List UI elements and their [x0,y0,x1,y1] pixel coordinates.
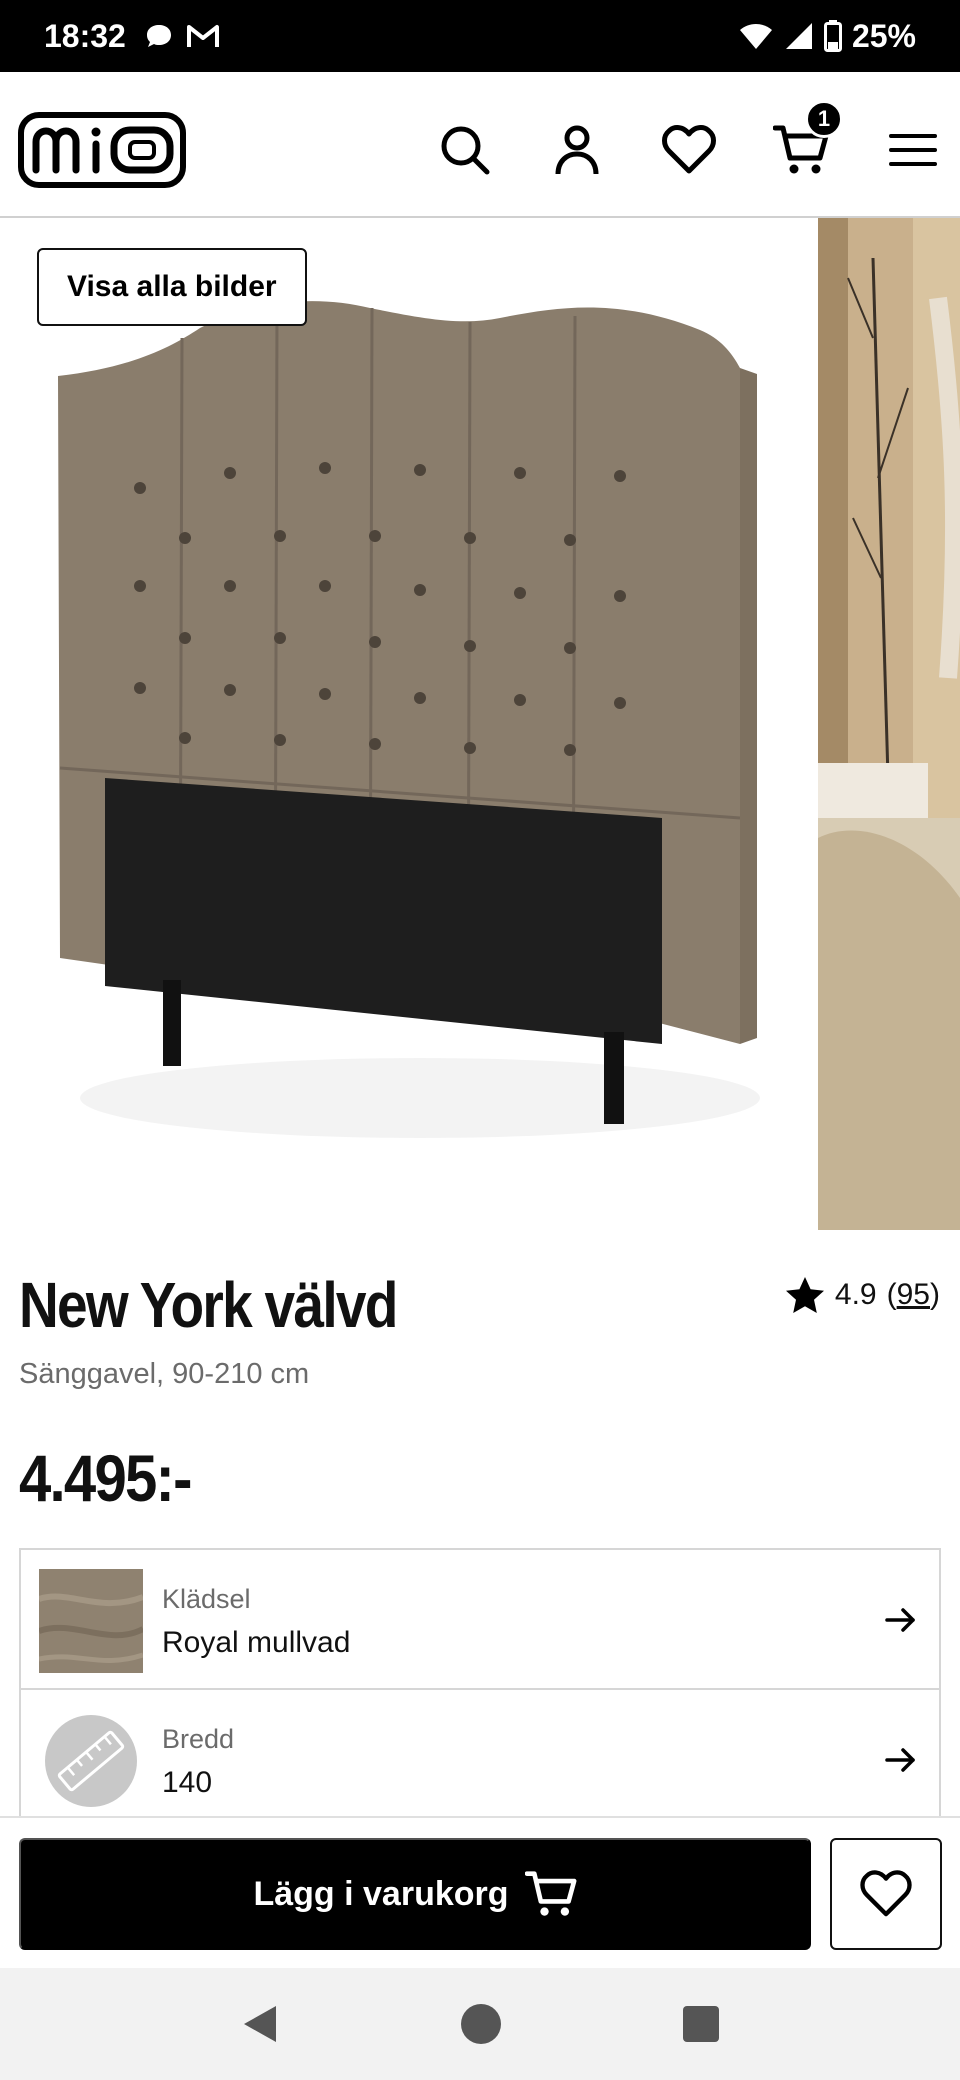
option-row-upholstery[interactable]: Klädsel Royal mullvad [19,1548,941,1690]
battery-icon [823,20,842,52]
product-image-gallery[interactable]: Visa alla bilder [0,218,960,1230]
show-all-images-button[interactable]: Visa alla bilder [37,248,307,326]
option-label: Bredd [162,1724,235,1754]
menu-icon[interactable] [885,122,941,178]
rating-value: 4.9 [834,1278,877,1311]
chat-icon [146,25,171,47]
room-preview-image[interactable] [818,218,960,1230]
product-rating[interactable]: 4.9 (95) [785,1276,940,1314]
sticky-action-bar: Lägg i varukorg [0,1816,960,1968]
option-label: Klädsel [162,1584,251,1614]
product-price: 4.495:- [19,1441,192,1515]
arrow-right-icon [885,1748,915,1772]
cart-count-badge: 1 [805,100,843,138]
mio-logo[interactable] [18,112,186,193]
rating-open-paren: ( [886,1278,897,1311]
star-icon [785,1277,824,1313]
heart-icon[interactable] [661,122,717,178]
add-to-wishlist-button[interactable] [830,1838,942,1950]
battery-percent: 25% [851,17,916,54]
add-to-cart-label: Lägg i varukorg [253,1874,509,1913]
cart-icon [524,1871,576,1916]
add-to-cart-button[interactable]: Lägg i varukorg [19,1838,811,1950]
product-title: New York välvd [19,1269,398,1341]
heart-icon [860,1870,912,1917]
option-value: Royal mullvad [162,1626,351,1659]
option-row-width[interactable]: Bredd 140 [19,1690,941,1832]
rating-close-paren: ) [930,1278,940,1311]
back-icon[interactable] [240,2002,280,2046]
fabric-swatch-thumbnail [39,1569,143,1673]
home-icon[interactable] [460,2003,502,2045]
product-subtitle: Sänggavel, 90-210 cm [19,1358,310,1390]
search-icon[interactable] [437,122,493,178]
recents-icon[interactable] [682,2005,720,2043]
gmail-icon [186,25,219,47]
cart-icon[interactable]: 1 [773,100,843,178]
account-icon[interactable] [549,122,605,178]
system-navigation-bar [0,1968,960,2080]
wifi-icon [739,24,772,49]
headboard-product-image [58,301,760,1138]
product-options: Klädsel Royal mullvad Bredd 140 [19,1548,941,1832]
site-header: 1 [0,72,960,218]
signal-icon [785,23,812,49]
ruler-icon [45,1715,137,1807]
status-bar: 18:32 25% [0,0,960,72]
status-time: 18:32 [44,17,126,54]
arrow-right-icon [885,1608,915,1632]
option-value: 140 [162,1766,213,1799]
review-count-link[interactable]: 95 [897,1278,930,1311]
